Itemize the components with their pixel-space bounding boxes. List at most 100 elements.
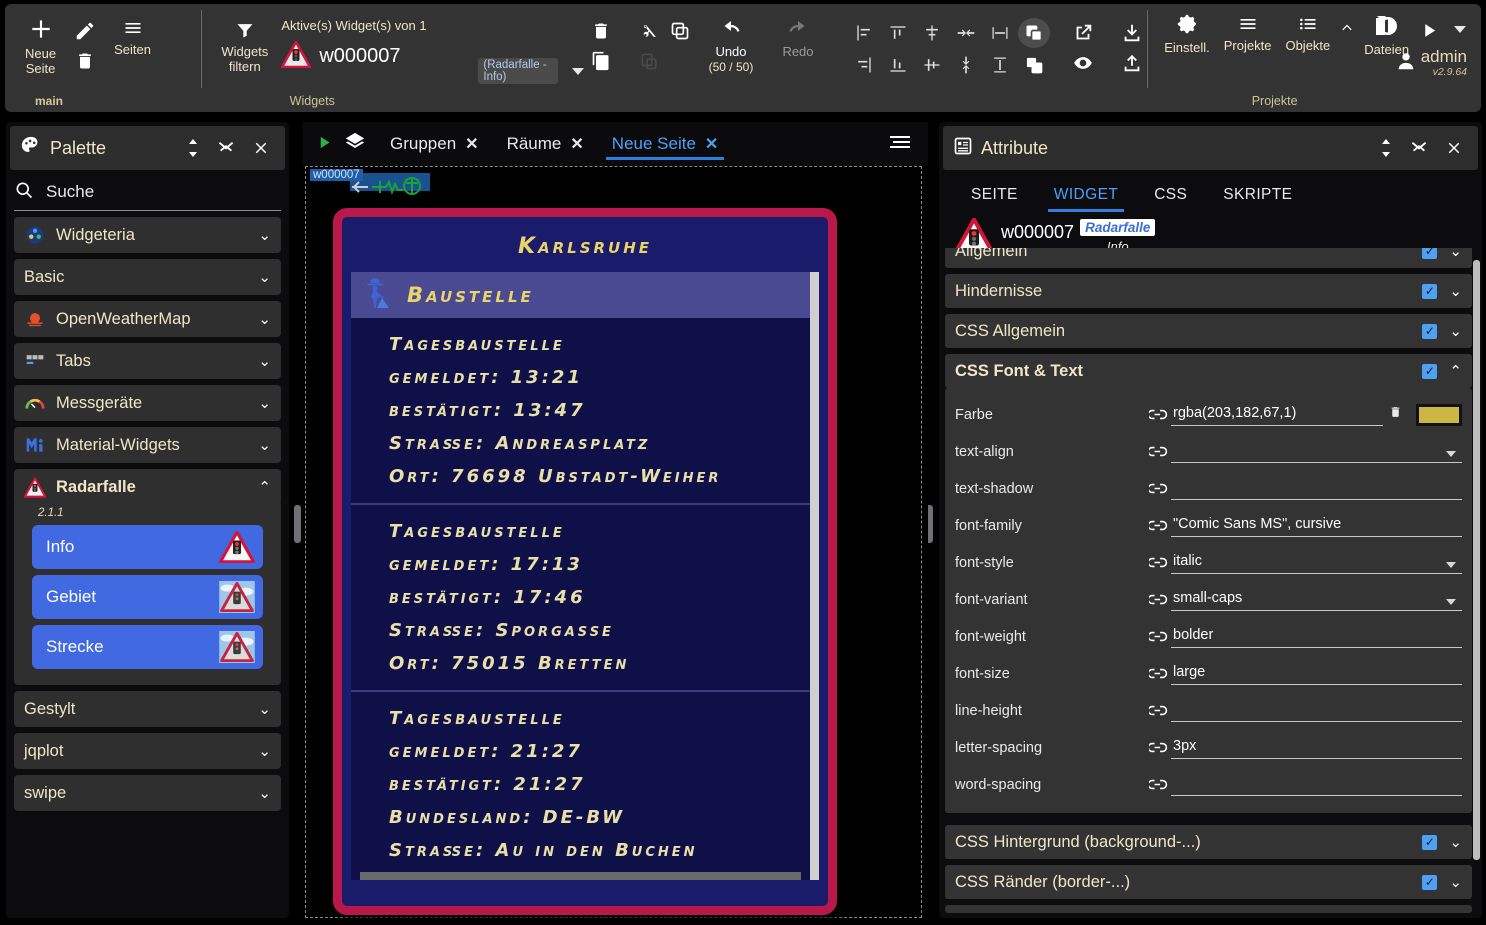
farbe-input[interactable]: rgba(203,182,67,1) xyxy=(1171,403,1383,426)
section-allgemein[interactable]: Allgemein ⌄ xyxy=(945,248,1472,268)
font-variant-select[interactable]: small-caps xyxy=(1171,588,1462,611)
attributes-resize-button[interactable] xyxy=(1374,135,1398,161)
attributes-scrollbar-thumb[interactable] xyxy=(1473,260,1480,860)
palette-resize-button[interactable] xyxy=(181,135,205,161)
import-button[interactable] xyxy=(1117,18,1147,48)
attributes-scrollbar[interactable] xyxy=(1473,254,1480,914)
section-checkbox[interactable] xyxy=(1422,284,1437,299)
chevron-up-icon[interactable]: ⌃ xyxy=(1449,362,1462,380)
send-to-back-icon[interactable] xyxy=(1018,50,1050,80)
section-hindernisse[interactable]: Hindernisse ⌄ xyxy=(945,274,1472,308)
chevron-up-icon[interactable] xyxy=(1338,20,1356,38)
objects-button[interactable]: Objekte xyxy=(1279,10,1336,57)
widget-dropdown-caret-icon[interactable] xyxy=(572,68,584,75)
word-spacing-input[interactable] xyxy=(1171,774,1462,796)
widget-entry-list[interactable]: Baustelle Tagesbaustelle gemeldet: 13:21… xyxy=(351,272,819,880)
tab-raeume[interactable]: Räume ✕ xyxy=(493,122,598,166)
palette-group-widgeteria[interactable]: Widgeteria ⌄ xyxy=(14,217,281,253)
align-bottom-icon[interactable] xyxy=(882,50,914,80)
projects-dropdown-caret-icon[interactable] xyxy=(1454,26,1466,33)
text-align-select[interactable] xyxy=(1171,441,1462,463)
palette-group-messgeraete[interactable]: Messgeräte ⌄ xyxy=(14,385,281,421)
link-icon[interactable] xyxy=(1145,778,1171,791)
palette-group-openweathermap[interactable]: OpenWeatherMap ⌄ xyxy=(14,301,281,337)
same-width-icon[interactable] xyxy=(984,18,1016,48)
palette-search[interactable]: Suche xyxy=(14,180,281,211)
user-name[interactable]: admin xyxy=(1421,48,1467,66)
filter-widgets-button[interactable]: Widgets filtern xyxy=(216,10,273,78)
preview-eye-button[interactable] xyxy=(1068,48,1098,78)
canvas-menu-icon[interactable] xyxy=(888,133,922,155)
chevron-down-icon[interactable]: ⌄ xyxy=(1449,248,1462,260)
close-icon[interactable]: ✕ xyxy=(570,134,583,154)
same-height-icon[interactable] xyxy=(984,50,1016,80)
section-css-allgemein[interactable]: CSS Allgemein ⌄ xyxy=(945,314,1472,348)
chevron-down-icon[interactable] xyxy=(1446,562,1456,568)
palette-group-basic[interactable]: Basic ⌄ xyxy=(14,259,281,295)
align-top-icon[interactable] xyxy=(882,18,914,48)
section-css-font-text[interactable]: CSS Font & Text ⌃ xyxy=(945,354,1472,388)
palette-widget-strecke[interactable]: Strecke xyxy=(32,625,263,669)
tab-gruppen[interactable]: Gruppen ✕ xyxy=(376,122,493,166)
delete-widget-button[interactable] xyxy=(586,16,616,46)
new-page-button[interactable]: Neue Seite xyxy=(19,12,62,80)
color-swatch[interactable] xyxy=(1416,404,1462,426)
attributes-close-button[interactable] xyxy=(1440,137,1468,159)
align-right-icon[interactable] xyxy=(848,50,880,80)
font-style-select[interactable]: italic xyxy=(1171,551,1462,574)
tab-seite[interactable]: SEITE xyxy=(953,178,1036,214)
palette-group-swipe[interactable]: swipe ⌄ xyxy=(14,775,281,811)
section-css-raender[interactable]: CSS Ränder (border-...) ⌄ xyxy=(945,865,1472,899)
section-css-hintergrund[interactable]: CSS Hintergrund (background-...) ⌄ xyxy=(945,825,1472,859)
distribute-horizontal-icon[interactable] xyxy=(950,18,982,48)
delete-page-button[interactable] xyxy=(70,46,100,76)
paste-button[interactable] xyxy=(635,46,665,76)
tab-neue-seite[interactable]: Neue Seite ✕ xyxy=(598,122,733,166)
link-icon[interactable] xyxy=(1145,556,1171,569)
tab-skripte[interactable]: SKRIPTE xyxy=(1205,178,1310,214)
font-size-input[interactable]: large xyxy=(1171,662,1462,685)
link-icon[interactable] xyxy=(1145,519,1171,532)
section-checkbox[interactable] xyxy=(1422,875,1437,890)
layers-icon[interactable] xyxy=(340,131,376,157)
letter-spacing-input[interactable]: 3px xyxy=(1171,736,1462,759)
link-icon[interactable] xyxy=(1145,741,1171,754)
palette-widget-gebiet[interactable]: Gebiet xyxy=(32,575,263,619)
cut-button[interactable] xyxy=(635,16,665,46)
font-family-input[interactable]: "Comic Sans MS", cursive xyxy=(1171,514,1462,537)
open-external-button[interactable] xyxy=(1068,18,1098,48)
align-center-horizontal-icon[interactable] xyxy=(916,18,948,48)
font-weight-input[interactable]: bolder xyxy=(1171,625,1462,648)
palette-group-gestylt[interactable]: Gestylt ⌄ xyxy=(14,691,281,727)
palette-collapse-button[interactable] xyxy=(213,135,239,161)
chevron-down-icon[interactable] xyxy=(1446,599,1456,605)
pages-button[interactable]: Seiten xyxy=(108,12,157,61)
link-icon[interactable] xyxy=(1145,445,1171,458)
palette-close-button[interactable] xyxy=(247,137,275,159)
section-checkbox[interactable] xyxy=(1422,835,1437,850)
line-height-input[interactable] xyxy=(1171,700,1462,722)
tab-css[interactable]: CSS xyxy=(1136,178,1205,214)
export-button[interactable] xyxy=(1117,48,1147,78)
widget-horizontal-scrollbar[interactable] xyxy=(360,872,801,880)
tab-widget[interactable]: WIDGET xyxy=(1036,178,1136,214)
section-placeholder[interactable] xyxy=(945,905,1472,913)
link-icon[interactable] xyxy=(1145,408,1171,421)
edit-page-button[interactable] xyxy=(70,16,100,46)
settings-button[interactable]: Einstell. xyxy=(1158,10,1216,59)
close-icon[interactable]: ✕ xyxy=(705,134,718,154)
chevron-down-icon[interactable]: ⌄ xyxy=(1449,322,1462,340)
distribute-vertical-icon[interactable] xyxy=(950,50,982,80)
palette-group-tabs[interactable]: Tabs ⌄ xyxy=(14,343,281,379)
chevron-down-icon[interactable] xyxy=(1446,451,1456,457)
chevron-down-icon[interactable]: ⌄ xyxy=(1449,833,1462,851)
section-checkbox[interactable] xyxy=(1422,248,1437,259)
link-icon[interactable] xyxy=(1145,667,1171,680)
radarfalle-widget[interactable]: Karlsruhe xyxy=(333,208,837,915)
splitter-left[interactable] xyxy=(294,505,301,543)
link-icon[interactable] xyxy=(1145,704,1171,717)
link-icon[interactable] xyxy=(1145,630,1171,643)
undo-button[interactable]: Undo (50 / 50) xyxy=(695,16,767,78)
chevron-down-icon[interactable]: ⌄ xyxy=(1449,873,1462,891)
section-checkbox[interactable] xyxy=(1422,364,1437,379)
